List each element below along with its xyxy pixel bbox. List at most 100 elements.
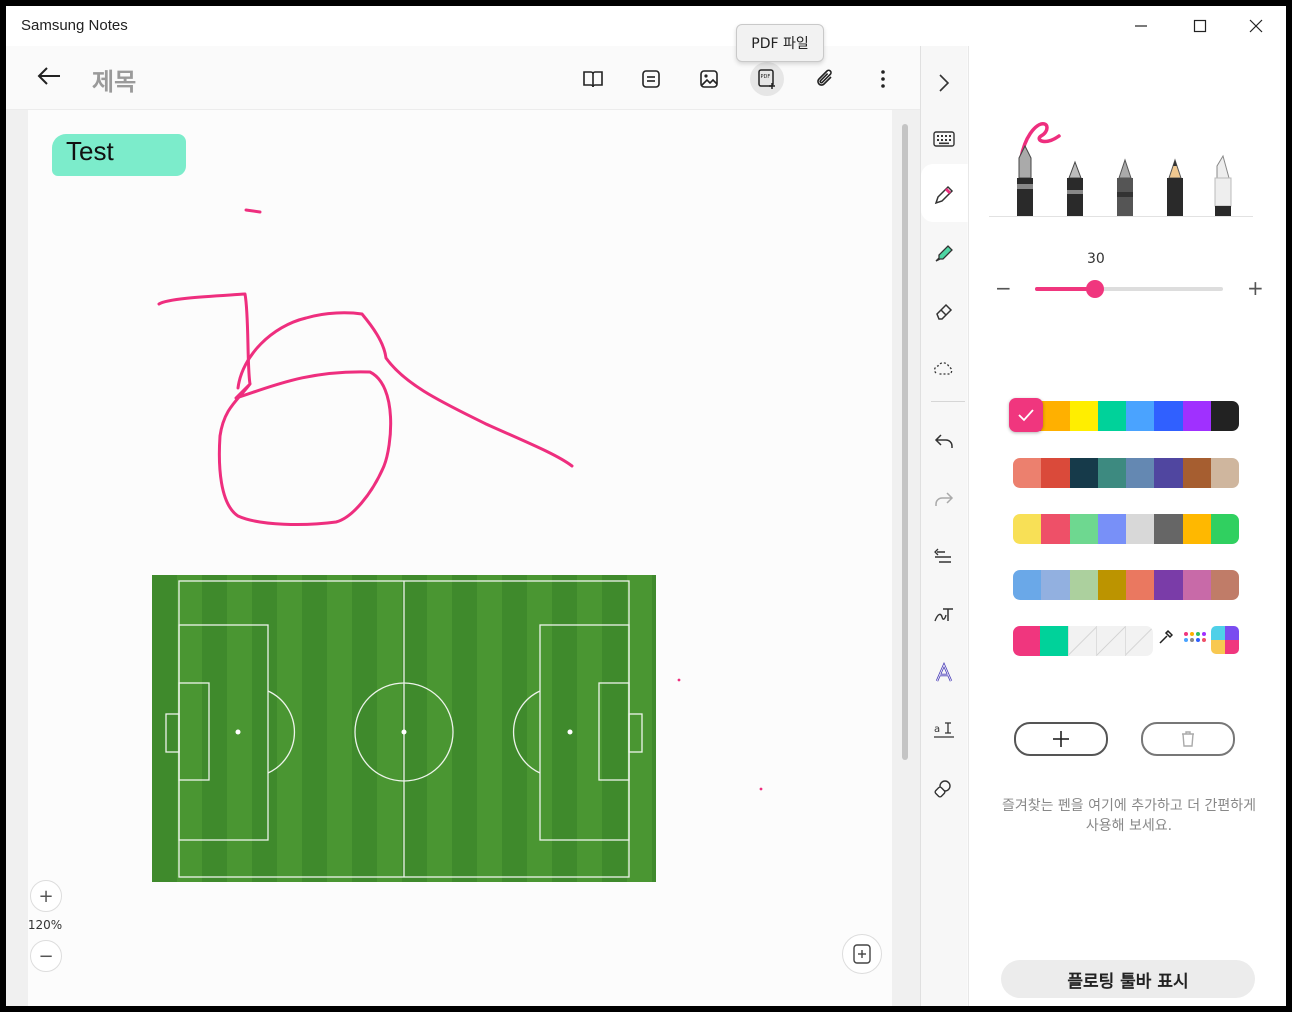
zoom-controls: + 120% − (26, 876, 64, 976)
text-size-icon: a (934, 722, 954, 738)
palette-row (1013, 401, 1239, 431)
text-align-tool[interactable] (931, 544, 957, 570)
add-favorite-pen-button[interactable] (1014, 722, 1108, 756)
marker-icon (1214, 154, 1232, 216)
color-picker-button[interactable] (1179, 622, 1209, 652)
delete-favorite-pen-button[interactable] (1141, 722, 1235, 756)
empty-color-slot[interactable] (1096, 626, 1125, 656)
pen-type-selector[interactable] (989, 106, 1253, 217)
palette-row (1013, 626, 1153, 656)
text-align-icon (934, 548, 951, 563)
selected-color-swatch[interactable] (1009, 398, 1043, 432)
color-swatch[interactable] (1013, 626, 1041, 656)
pen-size-value: 30 (1087, 251, 1105, 267)
empty-color-slot[interactable] (1124, 626, 1153, 656)
maximize-button[interactable] (1172, 6, 1228, 46)
color-swatch[interactable] (1210, 401, 1239, 431)
color-swatch[interactable] (1182, 401, 1211, 431)
color-swatch[interactable] (1182, 514, 1211, 544)
eyedropper-button[interactable] (1151, 622, 1179, 652)
lasso-icon (933, 362, 953, 375)
brush-pen-icon (1117, 158, 1133, 216)
handwriting-to-text-tool[interactable] (931, 602, 957, 628)
color-swatch[interactable] (1154, 570, 1183, 600)
color-swatch[interactable] (1013, 458, 1042, 488)
add-page-icon (853, 944, 871, 964)
add-page-button[interactable] (842, 934, 882, 974)
color-swatch[interactable] (1097, 401, 1126, 431)
color-swatch[interactable] (1210, 570, 1239, 600)
color-swatch[interactable] (1013, 514, 1042, 544)
palette-row (1013, 514, 1239, 544)
color-swatch[interactable] (1013, 570, 1042, 600)
close-button[interactable] (1228, 6, 1284, 46)
undo-button[interactable] (931, 428, 957, 454)
palette-row (1013, 458, 1239, 488)
color-swatch[interactable] (1182, 458, 1211, 488)
color-swatch[interactable] (1069, 514, 1098, 544)
color-swatch[interactable] (1069, 570, 1098, 600)
empty-color-slot[interactable] (1067, 626, 1097, 656)
pen-settings-panel: 30 − + 즐겨찾는 펜을 여기에 추가하고 더 간편하게 사용해 보세요. … (968, 46, 1286, 1006)
minimize-button[interactable] (1113, 6, 1169, 46)
recent-colors-button[interactable] (1211, 626, 1239, 654)
slider-thumb[interactable] (1086, 280, 1105, 298)
color-swatch[interactable] (1126, 570, 1155, 600)
close-icon (1249, 19, 1263, 33)
color-swatch[interactable] (1154, 514, 1183, 544)
lasso-tool[interactable] (931, 356, 957, 382)
color-swatch[interactable] (1041, 570, 1070, 600)
pen-icon (934, 185, 954, 205)
text-style-tool[interactable] (931, 660, 957, 686)
color-swatch[interactable] (1069, 401, 1098, 431)
plus-icon (1053, 731, 1069, 747)
color-swatch[interactable] (1041, 458, 1070, 488)
keyboard-tool[interactable] (931, 126, 957, 152)
color-swatch[interactable] (1069, 458, 1098, 488)
maximize-icon (1193, 19, 1207, 33)
increase-size-button[interactable]: + (1247, 276, 1264, 300)
show-floating-toolbar-button[interactable]: 플로팅 툴바 표시 (1001, 960, 1255, 998)
rail-separator (931, 401, 965, 402)
color-swatch[interactable] (1154, 458, 1183, 488)
soccer-field-image[interactable] (152, 575, 656, 882)
color-swatch[interactable] (1182, 570, 1211, 600)
color-swatch[interactable] (1126, 514, 1155, 544)
pen-size-slider[interactable] (1035, 280, 1223, 298)
favorites-hint: 즐겨찾는 펜을 여기에 추가하고 더 간편하게 사용해 보세요. (1001, 798, 1257, 834)
color-swatch[interactable] (1097, 458, 1126, 488)
color-swatch[interactable] (1097, 570, 1126, 600)
color-swatch[interactable] (1210, 458, 1239, 488)
shapes-tool[interactable] (931, 776, 957, 802)
eraser-icon (936, 303, 953, 320)
decrease-size-button[interactable]: − (995, 276, 1012, 300)
highlighter-icon (935, 245, 953, 262)
highlighter-tool[interactable] (931, 240, 957, 266)
zoom-out-button[interactable]: − (30, 940, 62, 972)
tool-rail: a (921, 46, 969, 1006)
color-swatch[interactable] (1154, 401, 1183, 431)
handwriting-text-icon (934, 608, 953, 622)
color-swatch[interactable] (1126, 401, 1155, 431)
color-swatch[interactable] (1041, 401, 1070, 431)
text-style-icon (935, 662, 953, 682)
checkmark-icon (1018, 409, 1034, 422)
collapse-panel-button[interactable] (931, 70, 957, 96)
redo-button[interactable] (931, 486, 957, 512)
zoom-level: 120% (27, 918, 63, 932)
minimize-icon (1135, 25, 1147, 27)
color-dots-icon (1184, 632, 1206, 642)
redo-icon (935, 492, 954, 506)
chevron-right-icon (939, 74, 950, 92)
color-swatch[interactable] (1041, 514, 1070, 544)
eraser-tool[interactable] (931, 298, 957, 324)
color-swatch[interactable] (1040, 626, 1068, 656)
pen-tool[interactable] (931, 182, 957, 208)
pencil-icon (1167, 158, 1183, 216)
color-swatch[interactable] (1097, 514, 1126, 544)
color-swatch[interactable] (1210, 514, 1239, 544)
color-swatch[interactable] (1126, 458, 1155, 488)
zoom-in-button[interactable]: + (30, 880, 62, 912)
text-size-tool[interactable]: a (931, 718, 957, 744)
trash-icon (1182, 731, 1194, 747)
